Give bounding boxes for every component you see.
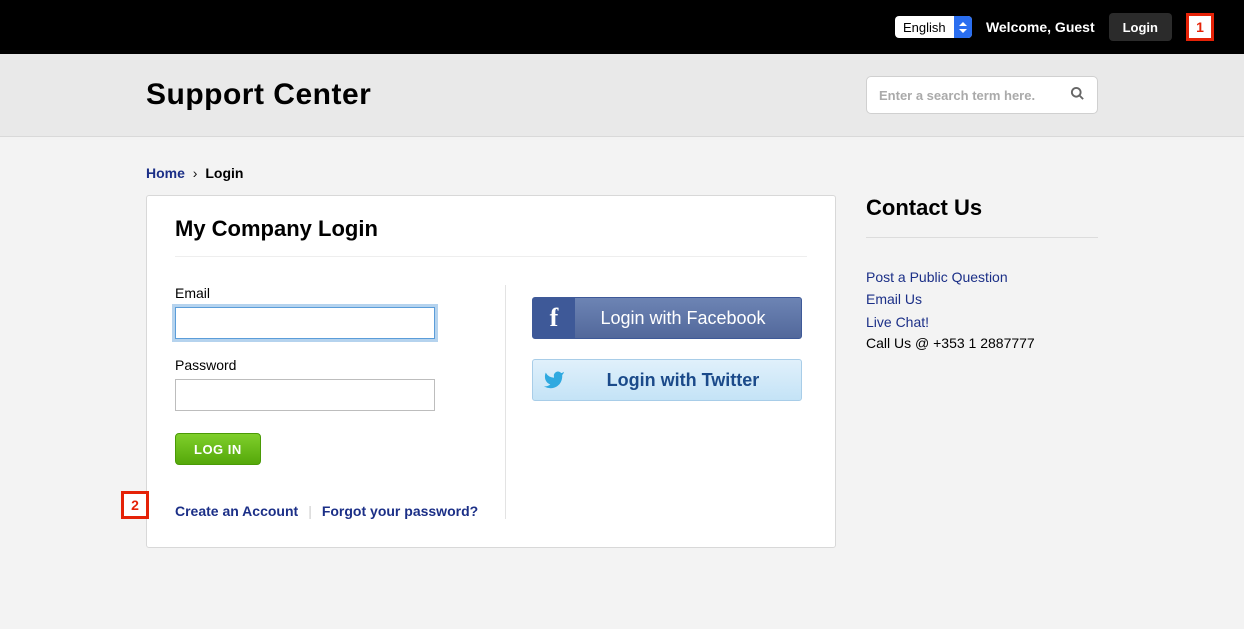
breadcrumb-home[interactable]: Home [146,165,185,181]
page: Home › Login My Company Login Email Pass… [146,137,1098,588]
login-facebook-button[interactable]: f Login with Facebook [532,297,802,339]
forgot-password-link[interactable]: Forgot your password? [322,503,478,519]
login-twitter-button[interactable]: Login with Twitter [532,359,802,401]
site-title: Support Center [146,78,371,112]
login-card-title: My Company Login [175,216,807,242]
breadcrumb: Home › Login [146,137,1098,195]
sidebar-links: Post a Public Question Email Us Live Cha… [866,266,1098,333]
login-twitter-label: Login with Twitter [575,370,801,391]
login-submit-button[interactable]: LOG IN [175,433,261,465]
twitter-icon [533,360,575,400]
divider [175,256,807,257]
welcome-text: Welcome, Guest [986,19,1095,35]
banner: Support Center [0,54,1244,137]
sidebar-call-text: Call Us @ +353 1 2887777 [866,335,1098,351]
social-login-pane: f Login with Facebook Login with Twitter [505,285,807,519]
sidebar-link-public-question[interactable]: Post a Public Question [866,266,1098,288]
login-button[interactable]: Login [1109,13,1172,41]
password-label: Password [175,357,485,373]
login-facebook-label: Login with Facebook [575,308,801,329]
search-icon[interactable] [1070,86,1085,104]
search-input[interactable] [879,77,1070,113]
language-select[interactable]: English [895,16,972,38]
link-divider: | [308,503,312,519]
topbar: English Welcome, Guest Login 1 [0,0,1244,54]
annotation-1: 1 [1186,13,1214,41]
sidebar: Contact Us Post a Public Question Email … [866,195,1098,351]
breadcrumb-separator: › [193,165,198,181]
email-label: Email [175,285,485,301]
divider [866,237,1098,238]
create-account-link[interactable]: Create an Account [175,503,298,519]
search-box[interactable] [866,76,1098,114]
annotation-2: 2 [121,491,149,519]
email-field[interactable] [175,307,435,339]
breadcrumb-current: Login [205,165,243,181]
facebook-icon: f [533,298,575,338]
password-field[interactable] [175,379,435,411]
sidebar-link-chat[interactable]: Live Chat! [866,311,1098,333]
language-select-wrap: English [895,16,972,38]
sidebar-link-email[interactable]: Email Us [866,288,1098,310]
login-card: My Company Login Email Password LOG IN C… [146,195,836,548]
login-form: Email Password LOG IN Create an Account … [175,285,505,519]
sidebar-title: Contact Us [866,195,1098,221]
